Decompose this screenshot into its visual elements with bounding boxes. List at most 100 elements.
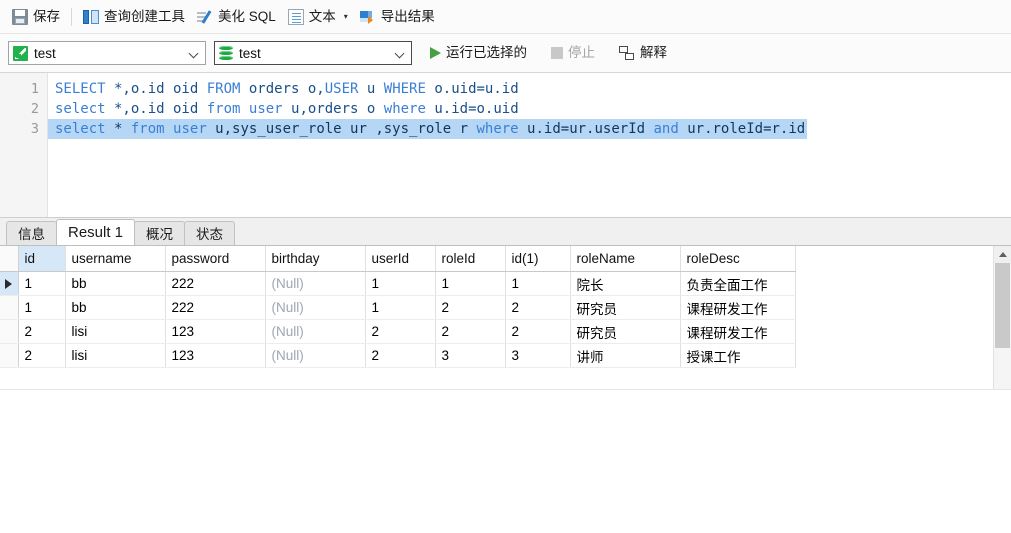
- tab-状态[interactable]: 状态: [184, 220, 236, 245]
- text-document-icon: [287, 8, 304, 25]
- tab-result-1[interactable]: Result 1: [56, 218, 136, 245]
- cell-birthday[interactable]: (Null): [265, 343, 366, 368]
- connection-select[interactable]: test: [8, 41, 206, 65]
- cell-userId[interactable]: 1: [365, 271, 436, 296]
- table-row[interactable]: 1 bb 222 (Null) 1 1 1 院长 负责全面工作: [0, 271, 796, 296]
- cell-id[interactable]: 1: [18, 271, 66, 296]
- explain-icon: [619, 45, 635, 61]
- table-row[interactable]: 1 bb 222 (Null) 1 2 2 研究员 课程研发工作: [0, 295, 796, 320]
- run-selected-button[interactable]: 运行已选择的: [424, 40, 533, 66]
- save-icon: [12, 8, 28, 25]
- table-row[interactable]: 2 lisi 123 (Null) 2 2 2 研究员 课程研发工作: [0, 319, 796, 344]
- code-line-text[interactable]: select *,o.id oid from user u,orders o w…: [48, 99, 1011, 119]
- cell-userId[interactable]: 2: [365, 343, 436, 368]
- code-line-selected[interactable]: select * from user u,sys_user_role ur ,s…: [48, 119, 808, 139]
- cell-roleDesc[interactable]: 课程研发工作: [680, 319, 796, 344]
- chevron-down-icon[interactable]: [393, 46, 407, 60]
- cell-roleName[interactable]: 院长: [570, 271, 681, 296]
- sql-keyword: where: [476, 121, 519, 137]
- cell-roleId[interactable]: 2: [435, 319, 506, 344]
- cell-birthday[interactable]: (Null): [265, 319, 366, 344]
- column-header-roleId[interactable]: roleId: [435, 245, 506, 272]
- cell-roleName[interactable]: 研究员: [570, 295, 681, 320]
- cell-password[interactable]: 222: [165, 295, 266, 320]
- cell-username[interactable]: lisi: [65, 343, 166, 368]
- save-label: 保存: [33, 8, 60, 24]
- result-tabs: 信息 Result 1 概况 状态: [0, 217, 1011, 246]
- cell-roleId[interactable]: 1: [435, 271, 506, 296]
- column-header-roleName[interactable]: roleName: [570, 245, 681, 272]
- scrollbar-track[interactable]: [994, 262, 1011, 389]
- cell-id[interactable]: 2: [18, 343, 66, 368]
- chevron-down-icon[interactable]: [187, 46, 201, 60]
- row-selector-cell[interactable]: [0, 319, 19, 344]
- cell-roleDesc[interactable]: 授课工作: [680, 343, 796, 368]
- stop-icon: [551, 47, 563, 59]
- code-line-text[interactable]: SELECT *,o.id oid FROM orders o,USER u W…: [48, 79, 1011, 99]
- cell-roleName[interactable]: 研究员: [570, 319, 681, 344]
- cell-roleId[interactable]: 3: [435, 343, 506, 368]
- chevron-up-icon: [998, 251, 1007, 257]
- result-grid-scrollbar[interactable]: [993, 245, 1011, 389]
- cell-roleName[interactable]: 讲师: [570, 343, 681, 368]
- code-line[interactable]: SELECT *,o.id oid FROM orders o,USER u W…: [48, 79, 1011, 99]
- beautify-sql-icon: [197, 9, 213, 25]
- scrollbar-thumb[interactable]: [995, 262, 1010, 348]
- cell-roleDesc[interactable]: 课程研发工作: [680, 295, 796, 320]
- sql-text: u.id=ur.userId: [518, 121, 654, 137]
- table-row[interactable]: 2 lisi 123 (Null) 2 3 3 讲师 授课工作: [0, 343, 796, 368]
- column-header-birthday[interactable]: birthday: [265, 245, 366, 272]
- editor-code-area[interactable]: SELECT *,o.id oid FROM orders o,USER u W…: [48, 73, 1011, 217]
- tab-概况[interactable]: 概况: [134, 220, 186, 245]
- cell-password[interactable]: 222: [165, 271, 266, 296]
- cell-id[interactable]: 2: [18, 319, 66, 344]
- column-header-id1[interactable]: id(1): [505, 245, 571, 272]
- database-icon: [219, 45, 233, 61]
- column-header-roleDesc[interactable]: roleDesc: [680, 245, 796, 272]
- cell-id1[interactable]: 2: [505, 295, 571, 320]
- scroll-up-button[interactable]: [994, 245, 1011, 263]
- cell-id1[interactable]: 3: [505, 343, 571, 368]
- cell-id1[interactable]: 1: [505, 271, 571, 296]
- code-line[interactable]: select *,o.id oid from user u,orders o w…: [48, 99, 1011, 119]
- sql-editor[interactable]: 1 2 3 SELECT *,o.id oid FROM orders o,USER…: [0, 73, 1011, 218]
- result-grid[interactable]: id username password birthday userId roleId id…: [0, 245, 993, 389]
- column-header-password[interactable]: password: [165, 245, 266, 272]
- query-builder-button[interactable]: 查询创建工具: [77, 4, 191, 30]
- save-button[interactable]: 保存: [6, 4, 66, 30]
- tab-信息[interactable]: 信息: [6, 220, 57, 245]
- cell-username[interactable]: lisi: [65, 319, 166, 344]
- row-selector-cell[interactable]: [0, 271, 19, 296]
- cell-id1[interactable]: 2: [505, 319, 571, 344]
- row-selector-cell[interactable]: [0, 295, 19, 320]
- cell-password[interactable]: 123: [165, 343, 266, 368]
- table-header-row: id username password birthday userId roleId id…: [0, 245, 796, 272]
- explain-button[interactable]: 解释: [613, 40, 673, 66]
- sql-text: u,orders o: [282, 101, 384, 117]
- cell-username[interactable]: bb: [65, 271, 166, 296]
- row-selector-cell[interactable]: [0, 343, 19, 368]
- export-results-button[interactable]: 导出结果: [354, 4, 441, 30]
- result-grid-panel: id username password birthday userId roleId id…: [0, 245, 1011, 389]
- cell-birthday[interactable]: (Null): [265, 295, 366, 320]
- cell-birthday[interactable]: (Null): [265, 271, 366, 296]
- column-header-id[interactable]: id: [18, 245, 66, 272]
- cell-roleId[interactable]: 2: [435, 295, 506, 320]
- cell-userId[interactable]: 1: [365, 295, 436, 320]
- beautify-sql-button[interactable]: 美化 SQL: [191, 4, 282, 30]
- cell-roleDesc[interactable]: 负责全面工作: [680, 271, 796, 296]
- chevron-down-icon[interactable]: ▾: [344, 12, 348, 21]
- cell-userId[interactable]: 2: [365, 319, 436, 344]
- cell-password[interactable]: 123: [165, 319, 266, 344]
- column-header-username[interactable]: username: [65, 245, 166, 272]
- cell-username[interactable]: bb: [65, 295, 166, 320]
- code-line[interactable]: select * from user u,sys_user_role ur ,s…: [48, 119, 1011, 139]
- beautify-sql-label: 美化 SQL: [218, 8, 276, 24]
- sql-keyword: SELECT: [55, 81, 106, 97]
- column-header-userId[interactable]: userId: [365, 245, 436, 272]
- cell-id[interactable]: 1: [18, 295, 66, 320]
- sql-keyword: from: [206, 101, 241, 117]
- text-button[interactable]: 文本 ▾: [282, 4, 354, 30]
- export-results-label: 导出结果: [380, 8, 435, 24]
- database-select[interactable]: test: [214, 41, 412, 65]
